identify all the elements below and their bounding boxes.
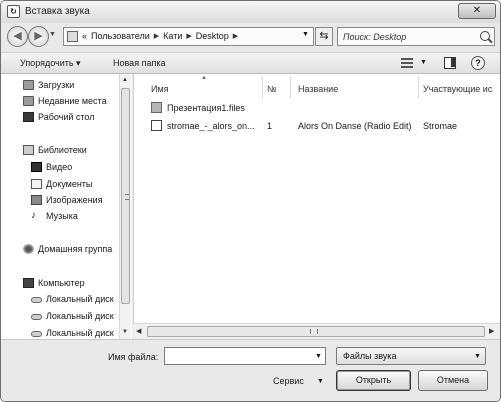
- video-icon: [31, 162, 42, 172]
- scroll-right-icon[interactable]: ▶: [489, 327, 494, 335]
- service-dropdown-icon[interactable]: ▼: [317, 378, 324, 385]
- breadcrumb-overflow[interactable]: «: [82, 31, 87, 42]
- nav-item-local-disk[interactable]: Локальный диск: [31, 310, 118, 324]
- computer-icon: [23, 278, 34, 288]
- navigation-scrollbar[interactable]: ▲ ▼: [119, 74, 131, 339]
- folder-location-icon: [67, 31, 78, 42]
- breadcrumb-users[interactable]: Пользователи: [91, 31, 150, 42]
- scroll-up-icon[interactable]: ▲: [122, 77, 128, 83]
- service-button[interactable]: Сервис: [273, 376, 304, 386]
- navigation-bar: ◀ ▶ ▼ « Пользователи ▶ Кати ▶ Desktop ▶ …: [1, 23, 500, 51]
- column-header-number[interactable]: №: [267, 84, 277, 94]
- filename-dropdown-icon[interactable]: ▼: [315, 353, 322, 360]
- open-button[interactable]: Открыть: [336, 370, 411, 391]
- dialog-footer: Имя файла: ▼ Файлы звука ▼ Сервис ▼ Откр…: [1, 339, 500, 401]
- nav-item-desktop[interactable]: Рабочий стол: [23, 111, 118, 125]
- column-header-artists[interactable]: Участвующие ис: [423, 84, 492, 94]
- nav-item-images[interactable]: Изображения: [31, 194, 118, 208]
- search-input[interactable]: Поиск: Desktop: [337, 27, 495, 46]
- forward-button[interactable]: ▶: [28, 26, 49, 47]
- nav-item-recent-places[interactable]: Недавние места: [23, 95, 118, 109]
- view-options-icon[interactable]: [401, 58, 413, 68]
- chevron-down-icon: ▼: [474, 353, 481, 360]
- images-icon: [31, 195, 42, 205]
- chevron-right-icon[interactable]: ▶: [154, 31, 159, 42]
- title-bar: ↻ Вставка звука ✕: [1, 1, 500, 23]
- column-headers: ▲ Имя № Название Участвующие ис: [134, 74, 500, 100]
- close-button[interactable]: ✕: [458, 3, 496, 19]
- chevron-right-icon[interactable]: ▶: [233, 31, 238, 42]
- command-toolbar: Упорядочить ▾ Новая папка ▼ ?: [1, 52, 500, 74]
- scrollbar-thumb[interactable]: [147, 326, 485, 337]
- file-row[interactable]: stromae_-_alors_on... 1 Alors On Danse (…: [134, 118, 464, 134]
- search-icon: [480, 31, 490, 41]
- address-dropdown-icon[interactable]: ▼: [302, 31, 309, 38]
- downloads-folder-icon: [23, 80, 34, 90]
- help-icon[interactable]: ?: [471, 56, 485, 70]
- sort-ascending-icon: ▲: [201, 75, 207, 81]
- view-dropdown-icon[interactable]: ▼: [420, 59, 427, 66]
- disk-icon: [31, 297, 42, 303]
- disk-icon: [31, 331, 42, 337]
- nav-item-video[interactable]: Видео: [31, 161, 118, 175]
- breadcrumb-desktop[interactable]: Desktop: [196, 31, 229, 42]
- cancel-button[interactable]: Отмена: [418, 370, 488, 391]
- column-header-title[interactable]: Название: [298, 84, 338, 94]
- nav-item-libraries[interactable]: Библиотеки: [23, 144, 118, 158]
- nav-item-music[interactable]: ♪ Музыка: [31, 210, 118, 224]
- breadcrumb-kati[interactable]: Кати: [163, 31, 182, 42]
- folder-icon: [151, 102, 162, 113]
- column-header-name[interactable]: Имя: [151, 84, 169, 94]
- app-icon: ↻: [7, 5, 20, 18]
- filetype-value: Файлы звука: [343, 351, 397, 361]
- file-name: stromae_-_alors_on...: [167, 121, 255, 131]
- filename-field[interactable]: ▼: [164, 347, 326, 365]
- chevron-right-icon[interactable]: ▶: [186, 31, 191, 42]
- homegroup-icon: [23, 244, 34, 254]
- file-list: ▲ Имя № Название Участвующие ис Презента…: [133, 74, 500, 339]
- organize-button[interactable]: Упорядочить ▾: [20, 58, 81, 69]
- file-title: Alors On Danse (Radio Edit): [298, 121, 412, 131]
- nav-item-downloads[interactable]: Загрузки: [23, 79, 118, 93]
- scroll-down-icon[interactable]: ▼: [122, 329, 128, 335]
- file-list-horizontal-scrollbar[interactable]: ◀ ▶: [133, 323, 500, 339]
- disk-icon: [31, 314, 42, 320]
- file-row[interactable]: Презентация1.files: [134, 100, 464, 116]
- insert-sound-dialog: ↻ Вставка звука ✕ ◀ ▶ ▼ « Пользователи ▶…: [0, 0, 501, 402]
- new-folder-button[interactable]: Новая папка: [113, 58, 165, 68]
- file-track-number: 1: [267, 121, 273, 131]
- history-dropdown-icon[interactable]: ▼: [49, 31, 56, 38]
- scrollbar-thumb[interactable]: [121, 88, 130, 304]
- preview-pane-icon[interactable]: [444, 57, 456, 69]
- documents-icon: [31, 179, 42, 189]
- column-divider[interactable]: [290, 76, 291, 98]
- libraries-icon: [23, 145, 34, 155]
- address-bar[interactable]: « Пользователи ▶ Кати ▶ Desktop ▶ ▼: [63, 27, 314, 46]
- audio-file-icon: [151, 120, 162, 131]
- recent-places-icon: [23, 96, 34, 106]
- nav-item-homegroup[interactable]: Домашняя группа: [23, 243, 118, 257]
- search-placeholder: Поиск: Desktop: [343, 32, 407, 42]
- file-name: Презентация1.files: [167, 103, 245, 113]
- file-artist: Stromae: [423, 121, 458, 131]
- nav-item-local-disk[interactable]: Локальный диск: [31, 327, 118, 339]
- navigation-pane: Загрузки Недавние места Рабочий стол Биб…: [1, 74, 132, 339]
- music-icon: ♪: [31, 210, 36, 221]
- breadcrumb: « Пользователи ▶ Кати ▶ Desktop ▶: [82, 31, 238, 42]
- filename-label: Имя файла:: [108, 352, 159, 362]
- filetype-select[interactable]: Файлы звука ▼: [336, 347, 486, 365]
- window-title: Вставка звука: [25, 6, 90, 17]
- refresh-button[interactable]: ⇆: [315, 27, 333, 46]
- column-divider[interactable]: [262, 76, 263, 98]
- nav-item-computer[interactable]: Компьютер: [23, 277, 118, 291]
- nav-item-documents[interactable]: Документы: [31, 178, 118, 192]
- desktop-icon: [23, 112, 34, 122]
- nav-item-local-disk[interactable]: Локальный диск: [31, 293, 118, 307]
- back-button[interactable]: ◀: [7, 26, 28, 47]
- scroll-left-icon[interactable]: ◀: [136, 327, 141, 335]
- column-divider[interactable]: [418, 76, 419, 98]
